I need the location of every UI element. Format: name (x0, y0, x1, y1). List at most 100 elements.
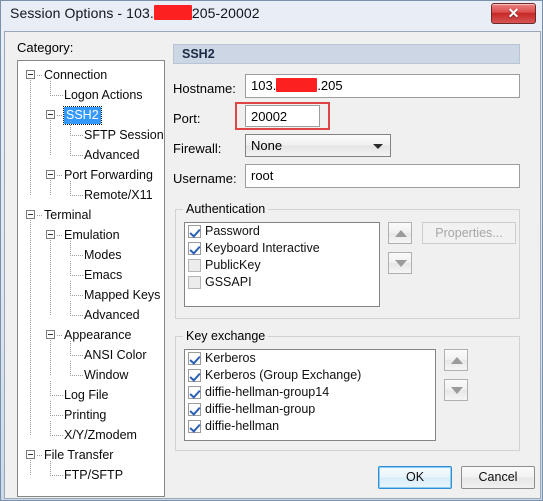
checkbox-icon[interactable] (188, 369, 201, 382)
key-exchange-list[interactable]: Kerberos Kerberos (Group Exchange) diffie-… (184, 349, 436, 441)
sidebar-item-logon-actions[interactable]: Logon Actions (64, 87, 143, 104)
checkbox-icon[interactable] (188, 420, 201, 433)
kex-move-down-button[interactable] (444, 379, 468, 401)
category-tree[interactable]: Connection Logon Actions SSH2 SFTP Session A… (17, 60, 165, 497)
tree-connector (70, 281, 71, 296)
tree-connector (70, 181, 71, 196)
authentication-list-item[interactable]: Password (185, 223, 379, 240)
cancel-button[interactable]: Cancel (461, 466, 535, 489)
list-item-label: GSSAPI (205, 275, 252, 289)
key-exchange-list-item[interactable]: Kerberos (185, 350, 435, 367)
tree-expander-icon[interactable] (46, 110, 55, 119)
username-input[interactable]: root (245, 164, 520, 188)
triangle-down-icon (395, 260, 407, 267)
hostname-label: Hostname: (173, 81, 236, 96)
key-exchange-list-item[interactable]: diffie-hellman-group14 (185, 384, 435, 401)
auth-move-down-button[interactable] (388, 252, 412, 274)
title-bar: Session Options - 103. 205-20002 ✕ (1, 1, 542, 29)
checkbox-icon[interactable] (188, 259, 201, 272)
window-title-prefix: Session Options - 103. (10, 5, 154, 21)
tree-connector (50, 381, 51, 396)
sidebar-item-ftp-sftp[interactable]: FTP/SFTP (64, 467, 123, 484)
sidebar-item-advanced[interactable]: Advanced (84, 307, 140, 324)
authentication-list-item[interactable]: Keyboard Interactive (185, 240, 379, 257)
key-exchange-list-item[interactable]: Kerberos (Group Exchange) (185, 367, 435, 384)
kex-move-up-button[interactable] (444, 349, 468, 371)
sidebar-item-advanced[interactable]: Advanced (84, 147, 140, 164)
sidebar-item-printing[interactable]: Printing (64, 407, 106, 424)
tree-expander-icon[interactable] (46, 230, 55, 239)
ssh2-section-title: SSH2 (182, 47, 215, 61)
hostname-value-suffix: .205 (317, 78, 343, 93)
tree-connector (50, 435, 63, 436)
tree-expander-icon[interactable] (46, 170, 55, 179)
tree-connector (70, 301, 71, 316)
port-label: Port: (173, 111, 201, 126)
authentication-list-item[interactable]: PublicKey (185, 257, 379, 274)
sidebar-item-window[interactable]: Window (84, 367, 128, 384)
ok-button[interactable]: OK (378, 466, 452, 489)
key-exchange-list-item[interactable]: diffie-hellman (185, 418, 435, 435)
key-exchange-list-item[interactable]: diffie-hellman-group (185, 401, 435, 418)
auth-move-up-button[interactable] (388, 222, 412, 244)
tree-connector (57, 335, 63, 336)
tree-connector (50, 120, 51, 156)
tree-connector (57, 115, 63, 116)
list-item-label: diffie-hellman-group14 (205, 385, 330, 399)
tree-connector (70, 295, 83, 296)
tree-connector (30, 80, 31, 196)
authentication-list[interactable]: Password Keyboard Interactive PublicKey GSS… (184, 222, 380, 307)
sidebar-item-x-y-zmodem[interactable]: X/Y/Zmodem (64, 427, 137, 444)
authentication-list-item[interactable]: GSSAPI (185, 274, 379, 291)
tree-connector (50, 401, 51, 416)
sidebar-item-terminal[interactable]: Terminal (44, 207, 91, 224)
tree-connector (70, 341, 71, 356)
sidebar-item-ansi-color[interactable]: ANSI Color (84, 347, 147, 364)
port-input[interactable]: 20002 (245, 105, 320, 127)
sidebar-item-log-file[interactable]: Log File (64, 387, 108, 404)
redaction-block-hostname (276, 78, 318, 92)
close-button[interactable]: ✕ (491, 3, 536, 24)
tree-connector (50, 240, 51, 316)
sidebar-item-emulation[interactable]: Emulation (64, 227, 120, 244)
tree-connector (50, 395, 63, 396)
tree-connector (37, 215, 43, 216)
tree-connector (70, 155, 83, 156)
tree-expander-icon[interactable] (26, 70, 35, 79)
sidebar-item-file-transfer[interactable]: File Transfer (44, 447, 113, 464)
checkbox-icon[interactable] (188, 386, 201, 399)
checkbox-icon[interactable] (188, 352, 201, 365)
sidebar-item-port-forwarding[interactable]: Port Forwarding (64, 167, 153, 184)
tree-connector (50, 81, 51, 96)
sidebar-item-modes[interactable]: Modes (84, 247, 122, 264)
sidebar-item-connection[interactable]: Connection (44, 67, 107, 84)
sidebar-item-sftp-session[interactable]: SFTP Session (84, 127, 164, 144)
tree-connector (57, 235, 63, 236)
list-item-label: PublicKey (205, 258, 261, 272)
key-exchange-group-title: Key exchange (183, 329, 269, 343)
sidebar-item-appearance[interactable]: Appearance (64, 327, 131, 344)
tree-connector (70, 195, 83, 196)
sidebar-item-mapped-keys[interactable]: Mapped Keys (84, 287, 160, 304)
list-item-label: Password (205, 224, 260, 238)
tree-expander-icon[interactable] (46, 330, 55, 339)
tree-connector (37, 455, 43, 456)
tree-connector (37, 75, 43, 76)
hostname-input[interactable]: 103. .205 (245, 74, 520, 98)
sidebar-item-emacs[interactable]: Emacs (84, 267, 122, 284)
firewall-dropdown[interactable]: None (245, 134, 391, 157)
tree-connector (50, 421, 51, 436)
tree-expander-icon[interactable] (26, 210, 35, 219)
authentication-group-title: Authentication (183, 202, 269, 216)
window-title: Session Options - 103. 205-20002 (10, 5, 260, 21)
properties-button[interactable]: Properties... (422, 222, 516, 244)
checkbox-icon[interactable] (188, 403, 201, 416)
checkbox-icon[interactable] (188, 276, 201, 289)
checkbox-icon[interactable] (188, 242, 201, 255)
checkbox-icon[interactable] (188, 225, 201, 238)
tree-connector (70, 375, 83, 376)
tree-connector (50, 180, 51, 196)
sidebar-item-remote-x11[interactable]: Remote/X11 (84, 187, 153, 204)
tree-expander-icon[interactable] (26, 450, 35, 459)
list-item-label: diffie-hellman (205, 419, 280, 433)
